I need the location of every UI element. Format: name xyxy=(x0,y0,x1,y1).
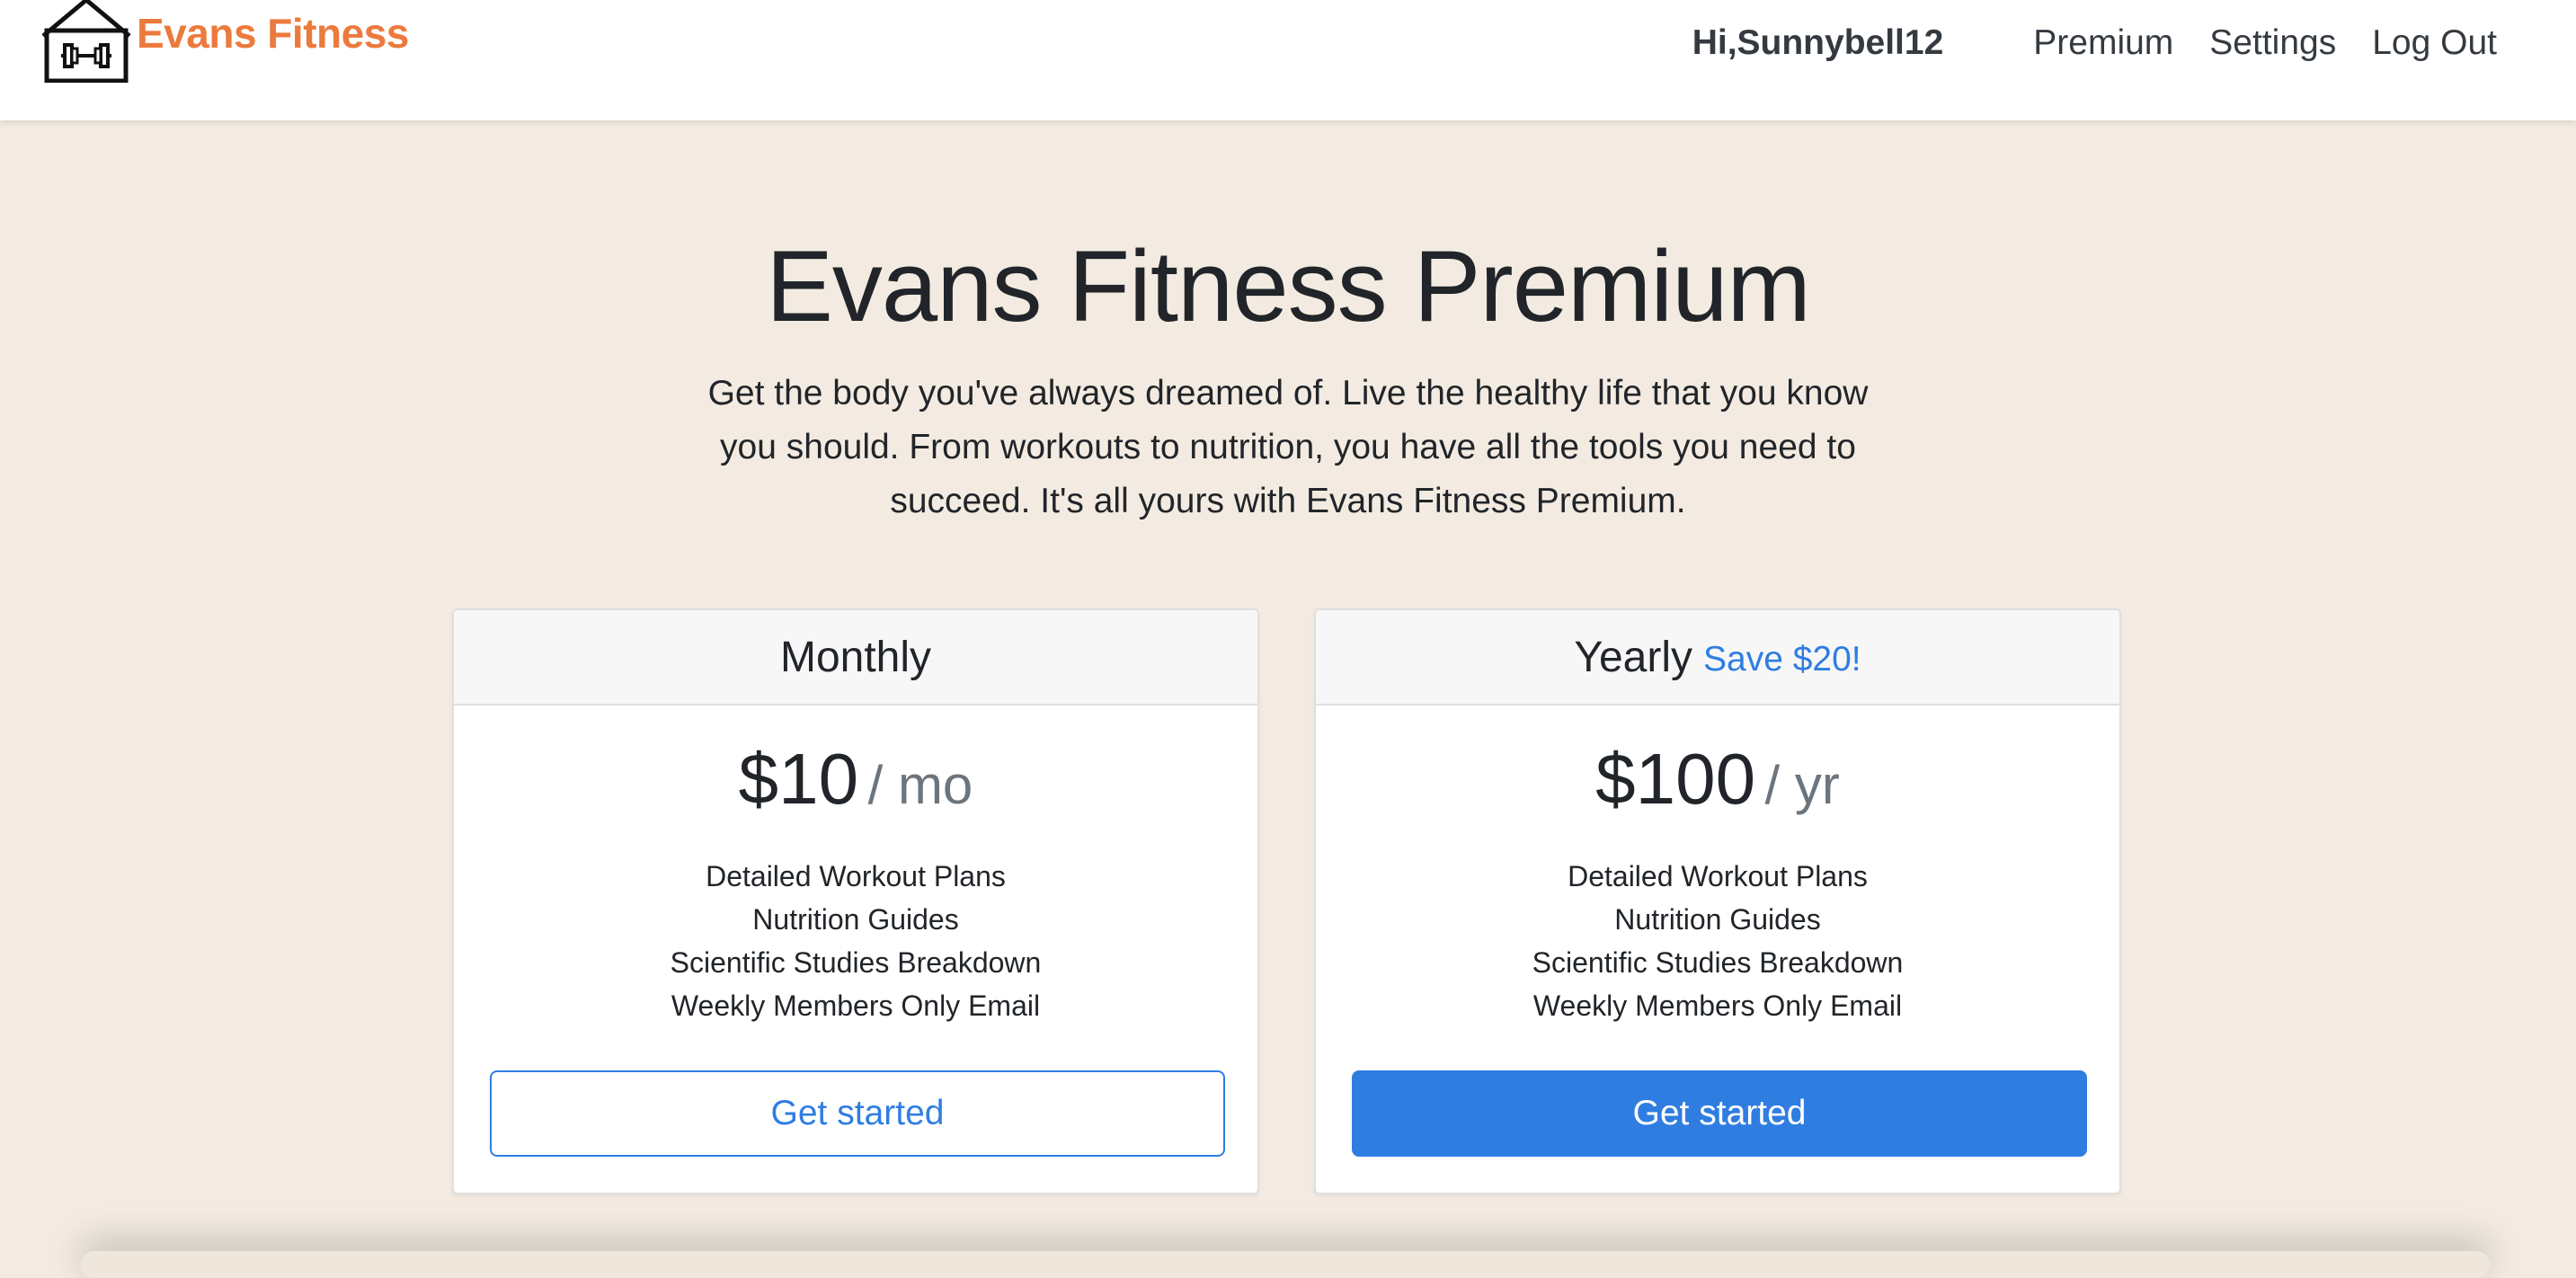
hero-section: Evans Fitness Premium Get the body you'v… xyxy=(0,229,2576,528)
nav-link-settings[interactable]: Settings xyxy=(2209,23,2336,63)
plan-price: $100 / yr xyxy=(1316,743,2119,815)
feature-list: Detailed Workout Plans Nutrition Guides … xyxy=(1316,855,2119,1027)
nav-link-premium[interactable]: Premium xyxy=(2033,23,2173,63)
feature-item: Scientific Studies Breakdown xyxy=(1532,946,1904,979)
plan-card-header: Yearly Save $20! xyxy=(1316,610,2119,706)
feature-item: Weekly Members Only Email xyxy=(1532,990,1903,1022)
price-period: / yr xyxy=(1764,755,1840,815)
feature-item: Scientific Studies Breakdown xyxy=(670,946,1042,979)
get-started-monthly-button[interactable]: Get started xyxy=(490,1070,1225,1157)
feature-item: Weekly Members Only Email xyxy=(671,990,1041,1022)
navbar: Evans Fitness Hi,Sunnybell12 Premium Set… xyxy=(0,0,2576,120)
price-amount: $10 xyxy=(738,739,859,819)
price-amount: $100 xyxy=(1595,739,1756,819)
plan-title: Yearly xyxy=(1574,633,1692,681)
plan-price: $10 / mo xyxy=(454,743,1257,815)
plan-card-monthly: Monthly $10 / mo Detailed Workout Plans … xyxy=(452,608,1259,1194)
page-title: Evans Fitness Premium xyxy=(766,230,1811,342)
get-started-yearly-button[interactable]: Get started xyxy=(1352,1070,2087,1157)
feature-item: Detailed Workout Plans xyxy=(706,860,1006,892)
footer-shadow-divider xyxy=(81,1251,2490,1278)
price-period: / mo xyxy=(867,755,973,815)
nav-link-log-out[interactable]: Log Out xyxy=(2372,23,2497,63)
house-dumbbell-icon xyxy=(41,0,131,83)
plan-card-yearly: Yearly Save $20! $100 / yr Detailed Work… xyxy=(1314,608,2121,1194)
user-greeting: Hi,Sunnybell12 xyxy=(1692,23,1944,62)
feature-item: Nutrition Guides xyxy=(1614,903,1821,936)
feature-list: Detailed Workout Plans Nutrition Guides … xyxy=(454,855,1257,1027)
brand-name[interactable]: Evans Fitness xyxy=(137,9,409,58)
feature-item: Nutrition Guides xyxy=(752,903,959,936)
brand[interactable]: Evans Fitness xyxy=(38,0,409,90)
savings-badge: Save $20! xyxy=(1703,640,1861,679)
nav-menu: Hi,Sunnybell12 Premium Settings Log Out xyxy=(1692,18,2497,68)
feature-item: Detailed Workout Plans xyxy=(1568,860,1868,892)
hero-description: Get the body you've always dreamed of. L… xyxy=(707,373,1869,520)
plan-card-header: Monthly xyxy=(454,610,1257,706)
plan-title: Monthly xyxy=(779,633,932,681)
